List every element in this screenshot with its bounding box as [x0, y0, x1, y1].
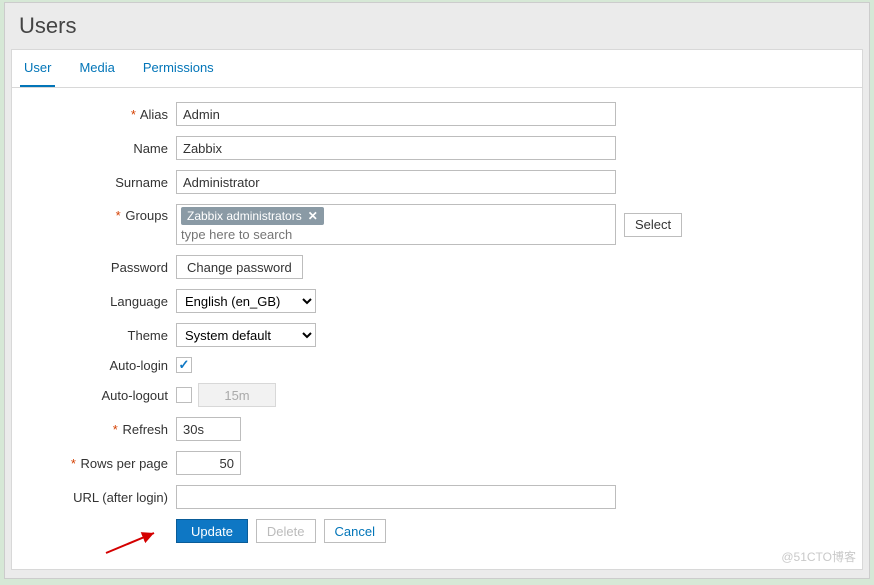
tab-media[interactable]: Media — [75, 50, 118, 87]
groups-search-input[interactable] — [181, 227, 611, 242]
alias-label: * Alias — [42, 107, 176, 122]
url-input[interactable] — [176, 485, 616, 509]
groups-multiselect[interactable]: Zabbix administrators ✕ — [176, 204, 616, 245]
refresh-label: * Refresh — [42, 422, 176, 437]
select-groups-button[interactable]: Select — [624, 213, 682, 237]
language-select[interactable]: English (en_GB) — [176, 289, 316, 313]
name-label: Name — [42, 141, 176, 156]
autologout-label: Auto-logout — [42, 388, 176, 403]
autologin-checkbox[interactable] — [176, 357, 192, 373]
autologout-checkbox[interactable] — [176, 387, 192, 403]
name-input[interactable] — [176, 136, 616, 160]
cancel-button[interactable]: Cancel — [324, 519, 386, 543]
theme-select[interactable]: System default — [176, 323, 316, 347]
tab-user[interactable]: User — [20, 50, 55, 87]
password-label: Password — [42, 260, 176, 275]
page-title: Users — [5, 3, 869, 49]
refresh-input[interactable] — [176, 417, 241, 441]
annotation-arrow-icon — [102, 527, 162, 557]
update-button[interactable]: Update — [176, 519, 248, 543]
groups-label: * Groups — [42, 204, 176, 223]
tabs-bar: User Media Permissions — [12, 50, 862, 88]
watermark-text: @51CTO博客 — [781, 548, 856, 565]
alias-input[interactable] — [176, 102, 616, 126]
group-pill-label: Zabbix administrators — [187, 209, 302, 223]
autologin-label: Auto-login — [42, 358, 176, 373]
surname-label: Surname — [42, 175, 176, 190]
rows-input[interactable] — [176, 451, 241, 475]
delete-button[interactable]: Delete — [256, 519, 316, 543]
url-label: URL (after login) — [42, 490, 176, 505]
user-form: * Alias Name Surname * Groups Zabbix adm… — [12, 88, 862, 553]
tab-permissions[interactable]: Permissions — [139, 50, 218, 87]
theme-label: Theme — [42, 328, 176, 343]
group-pill: Zabbix administrators ✕ — [181, 207, 324, 225]
action-buttons: Update Delete Cancel — [176, 519, 832, 543]
change-password-button[interactable]: Change password — [176, 255, 303, 279]
rows-label: * Rows per page — [42, 456, 176, 471]
language-label: Language — [42, 294, 176, 309]
remove-group-icon[interactable]: ✕ — [308, 209, 318, 223]
autologout-value: 15m — [198, 383, 276, 407]
surname-input[interactable] — [176, 170, 616, 194]
